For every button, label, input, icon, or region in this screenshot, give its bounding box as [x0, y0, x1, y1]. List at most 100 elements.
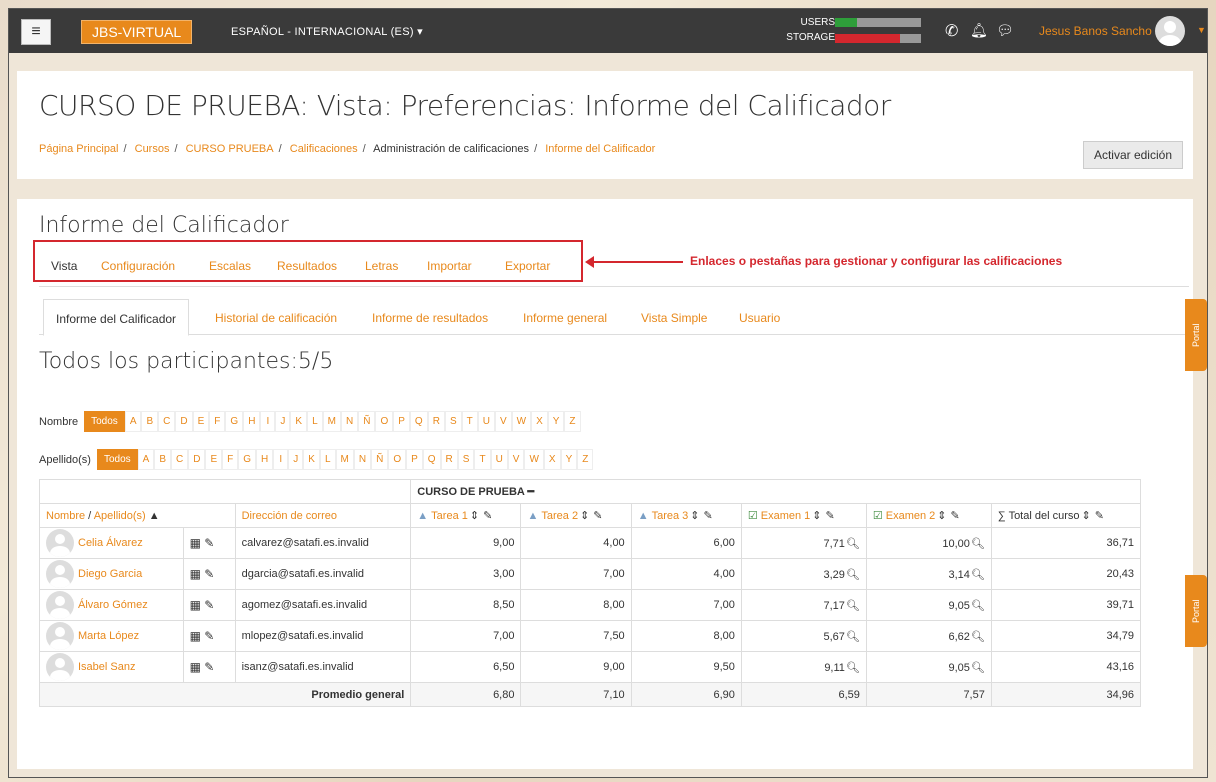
- sort-by-last-name-link[interactable]: Apellido(s): [94, 510, 146, 522]
- grade-cell[interactable]: 9,00: [520, 651, 632, 683]
- student-name-link[interactable]: Diego Garcia: [78, 568, 142, 580]
- item-header-examen1[interactable]: ☑ Examen 1 ⇕ ✎: [740, 503, 867, 528]
- zoom-icon[interactable]: 🔍︎: [971, 600, 985, 612]
- last-name-letter[interactable]: Y: [560, 449, 578, 470]
- item-header-tarea2[interactable]: ▲ Tarea 2 ⇕ ✎: [520, 503, 632, 528]
- grade-cell[interactable]: 9,05🔍︎: [865, 651, 992, 683]
- last-name-letter[interactable]: N: [353, 449, 372, 470]
- sort-icon[interactable]: ⇕: [580, 510, 589, 522]
- last-name-letter[interactable]: F: [222, 449, 239, 470]
- last-name-letter[interactable]: V: [507, 449, 525, 470]
- first-name-letter[interactable]: T: [461, 411, 478, 432]
- zoom-icon[interactable]: 🔍︎: [971, 662, 985, 674]
- zoom-icon[interactable]: 🔍︎: [971, 631, 985, 643]
- grade-cell[interactable]: 6,50: [410, 651, 522, 683]
- first-name-letter[interactable]: S: [444, 411, 462, 432]
- first-name-letter[interactable]: W: [511, 411, 532, 432]
- last-name-letter[interactable]: P: [406, 449, 423, 470]
- zoom-icon[interactable]: 🔍︎: [846, 600, 860, 612]
- first-name-letter[interactable]: N: [341, 411, 359, 432]
- last-name-letter[interactable]: A: [137, 449, 155, 470]
- last-name-letter[interactable]: Q: [422, 449, 441, 470]
- first-name-letter[interactable]: H: [243, 411, 261, 432]
- student-name-link[interactable]: Isabel Sanz: [78, 661, 135, 673]
- last-name-letter[interactable]: I: [273, 449, 289, 470]
- last-name-letter[interactable]: H: [256, 449, 274, 470]
- grid-icon[interactable]: ▦: [190, 660, 201, 674]
- grade-cell[interactable]: 3,29🔍︎: [740, 558, 867, 590]
- last-name-letter[interactable]: E: [205, 449, 223, 470]
- bell-icon[interactable]: 🔔︎: [970, 22, 988, 39]
- sort-icon[interactable]: ⇕: [812, 510, 821, 522]
- grade-cell[interactable]: 8,00: [520, 589, 632, 621]
- total-column-header[interactable]: ∑ Total del curso ⇕ ✎: [990, 503, 1142, 528]
- first-name-letter[interactable]: C: [158, 411, 176, 432]
- grade-cell[interactable]: 9,05🔍︎: [865, 589, 992, 621]
- first-name-letter[interactable]: D: [175, 411, 193, 432]
- grade-cell[interactable]: 8,50: [410, 589, 522, 621]
- first-name-letter[interactable]: L: [307, 411, 323, 432]
- last-name-letter[interactable]: R: [440, 449, 458, 470]
- breadcrumb-grader-report[interactable]: Informe del Calificador: [545, 143, 655, 155]
- pencil-icon[interactable]: ✎: [204, 629, 214, 643]
- zoom-icon[interactable]: 🔍︎: [846, 538, 860, 550]
- last-name-letter[interactable]: M: [335, 449, 354, 470]
- last-name-letter[interactable]: L: [319, 449, 336, 470]
- portal-side-tab[interactable]: Portal: [1185, 299, 1207, 371]
- pencil-icon[interactable]: ✎: [204, 536, 214, 550]
- student-name-link[interactable]: Celia Álvarez: [78, 537, 143, 549]
- sort-icon[interactable]: ⇕: [470, 510, 479, 522]
- grade-cell[interactable]: 9,00: [410, 527, 522, 559]
- grade-cell[interactable]: 4,00: [520, 527, 632, 559]
- pencil-icon[interactable]: ✎: [593, 510, 602, 522]
- pencil-icon[interactable]: ✎: [704, 510, 713, 522]
- student-name-link[interactable]: Marta López: [78, 630, 139, 642]
- first-name-letter[interactable]: M: [322, 411, 341, 432]
- sort-asc-icon[interactable]: ▲: [149, 510, 160, 522]
- first-name-letter[interactable]: P: [393, 411, 410, 432]
- zoom-icon[interactable]: 🔍︎: [846, 569, 860, 581]
- zoom-icon[interactable]: 🔍︎: [971, 569, 985, 581]
- pencil-icon[interactable]: ✎: [1095, 510, 1104, 522]
- grade-cell[interactable]: 9,50: [630, 651, 742, 683]
- first-name-letter[interactable]: G: [225, 411, 244, 432]
- grade-cell[interactable]: 9,11🔍︎: [740, 651, 867, 683]
- first-name-letter[interactable]: Z: [564, 411, 581, 432]
- subtab-overview-report[interactable]: Informe general: [523, 311, 607, 325]
- grade-cell[interactable]: 8,00: [630, 620, 742, 652]
- breadcrumb-courses[interactable]: Cursos: [135, 143, 170, 155]
- zoom-icon[interactable]: 🔍︎: [846, 631, 860, 643]
- last-name-all[interactable]: Todos: [96, 449, 138, 470]
- brand-button[interactable]: JBS-VIRTUAL: [81, 20, 193, 44]
- grade-cell[interactable]: 3,14🔍︎: [865, 558, 992, 590]
- first-name-letter[interactable]: E: [192, 411, 210, 432]
- first-name-letter[interactable]: Ñ: [358, 411, 376, 432]
- last-name-letter[interactable]: G: [238, 449, 257, 470]
- grade-cell[interactable]: 7,17🔍︎: [740, 589, 867, 621]
- hamburger-icon[interactable]: ≡: [21, 19, 51, 45]
- pencil-icon[interactable]: ✎: [204, 660, 214, 674]
- zoom-icon[interactable]: 🔍︎: [846, 662, 860, 674]
- zoom-icon[interactable]: 🔍︎: [971, 538, 985, 550]
- pencil-icon[interactable]: ✎: [204, 598, 214, 612]
- grade-cell[interactable]: 7,00: [630, 589, 742, 621]
- subtab-user[interactable]: Usuario: [739, 311, 780, 325]
- grade-cell[interactable]: 6,00: [630, 527, 742, 559]
- subtab-grader-report[interactable]: Informe del Calificador: [43, 299, 190, 336]
- grade-cell[interactable]: 7,71🔍︎: [740, 527, 867, 559]
- first-name-all[interactable]: Todos: [84, 411, 125, 432]
- subtab-grade-history[interactable]: Historial de calificación: [215, 311, 337, 325]
- student-name-link[interactable]: Álvaro Gómez: [78, 599, 148, 611]
- last-name-letter[interactable]: S: [457, 449, 475, 470]
- last-name-letter[interactable]: X: [543, 449, 561, 470]
- item-header-tarea1[interactable]: ▲ Tarea 1 ⇕ ✎: [410, 503, 522, 528]
- grid-icon[interactable]: ▦: [190, 567, 201, 581]
- grade-cell[interactable]: 4,00: [630, 558, 742, 590]
- breadcrumb-course[interactable]: CURSO PRUEBA: [186, 143, 274, 155]
- first-name-letter[interactable]: R: [427, 411, 445, 432]
- grade-cell[interactable]: 7,50: [520, 620, 632, 652]
- sort-by-first-name-link[interactable]: Nombre: [46, 510, 85, 522]
- last-name-letter[interactable]: U: [490, 449, 508, 470]
- item-header-examen2[interactable]: ☑ Examen 2 ⇕ ✎: [865, 503, 992, 528]
- user-avatar[interactable]: [1155, 16, 1185, 46]
